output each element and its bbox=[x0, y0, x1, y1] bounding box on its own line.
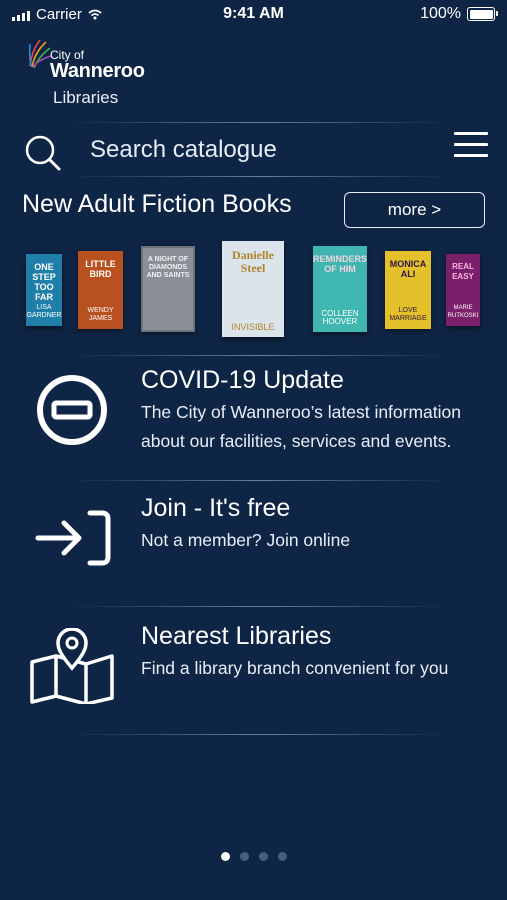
city-of-wanneroo-logo: City of Wanneroo Libraries bbox=[26, 36, 186, 112]
logo-subtitle: Libraries bbox=[53, 88, 119, 107]
divider bbox=[70, 734, 450, 735]
book-cover[interactable]: Danielle Steel INVISIBLE bbox=[222, 241, 284, 337]
book-title: LITTLE BIRD bbox=[85, 259, 116, 279]
book-author: MARIE RUTKOSKI bbox=[447, 305, 479, 319]
join-item[interactable]: Join - It's free Not a member? Join onli… bbox=[0, 490, 507, 590]
section-title: New Adult Fiction Books bbox=[22, 190, 292, 218]
nearest-libraries-item[interactable]: Nearest Libraries Find a library branch … bbox=[0, 618, 507, 718]
book-title: REMINDERS OF HIM bbox=[313, 254, 367, 274]
no-entry-icon bbox=[37, 375, 107, 445]
map-pin-icon bbox=[30, 628, 114, 704]
divider bbox=[70, 176, 450, 177]
book-carousel: ONE STEP TOO FAR LISA GARDNER LITTLE BIR… bbox=[0, 236, 507, 346]
book-title: ONE STEP TOO FAR bbox=[32, 262, 56, 302]
book-author: WENDY JAMES bbox=[87, 307, 114, 322]
battery-icon bbox=[467, 7, 498, 21]
covid-update-item[interactable]: COVID-19 Update The City of Wanneroo’s l… bbox=[0, 362, 507, 472]
sign-in-icon bbox=[35, 510, 111, 566]
hamburger-menu-icon[interactable] bbox=[454, 132, 488, 162]
search-icon[interactable] bbox=[24, 134, 62, 172]
divider bbox=[70, 480, 450, 481]
divider bbox=[70, 606, 450, 607]
status-right: 100% bbox=[420, 5, 498, 23]
more-button[interactable]: more > bbox=[344, 192, 485, 228]
book-title: REAL EASY bbox=[452, 262, 474, 281]
search-input[interactable] bbox=[90, 132, 410, 168]
item-description: Not a member? Join online bbox=[141, 530, 351, 550]
page-dot[interactable] bbox=[258, 852, 268, 861]
book-author: INVISIBLE bbox=[231, 322, 275, 332]
search-row bbox=[0, 126, 507, 178]
page-indicator bbox=[0, 852, 507, 861]
page-dot[interactable] bbox=[239, 852, 249, 861]
book-cover[interactable]: MONICA ALI LOVE MARRIAGE bbox=[385, 251, 431, 329]
status-bar: Carrier 9:41 AM 100% bbox=[0, 0, 507, 30]
item-title: Nearest Libraries bbox=[141, 622, 332, 650]
book-title: Danielle Steel bbox=[232, 248, 274, 275]
book-cover[interactable]: A NIGHT OF DIAMONDS AND SAINTS bbox=[141, 246, 195, 332]
divider bbox=[70, 355, 450, 356]
item-description: Find a library branch convenient for you bbox=[141, 658, 449, 678]
page-dot[interactable] bbox=[220, 852, 230, 861]
item-description: The City of Wanneroo’s latest informatio… bbox=[141, 402, 462, 451]
book-cover[interactable]: REAL EASY MARIE RUTKOSKI bbox=[446, 254, 480, 326]
book-cover[interactable]: REMINDERS OF HIM COLLEEN HOOVER bbox=[313, 246, 367, 332]
book-title: A NIGHT OF DIAMONDS AND SAINTS bbox=[146, 256, 190, 279]
page-dot[interactable] bbox=[277, 852, 287, 861]
book-author: COLLEEN HOOVER bbox=[321, 309, 359, 326]
book-author: LISA GARDNER bbox=[26, 304, 62, 319]
item-title: COVID-19 Update bbox=[141, 366, 344, 394]
divider bbox=[70, 122, 450, 123]
book-title: MONICA ALI bbox=[389, 259, 427, 279]
battery-label: 100% bbox=[420, 5, 461, 22]
logo-name: Wanneroo bbox=[50, 60, 145, 82]
item-title: Join - It's free bbox=[141, 494, 291, 522]
book-cover[interactable]: LITTLE BIRD WENDY JAMES bbox=[78, 251, 123, 329]
book-cover[interactable]: ONE STEP TOO FAR LISA GARDNER bbox=[26, 254, 62, 326]
book-author: LOVE MARRIAGE bbox=[389, 307, 427, 322]
